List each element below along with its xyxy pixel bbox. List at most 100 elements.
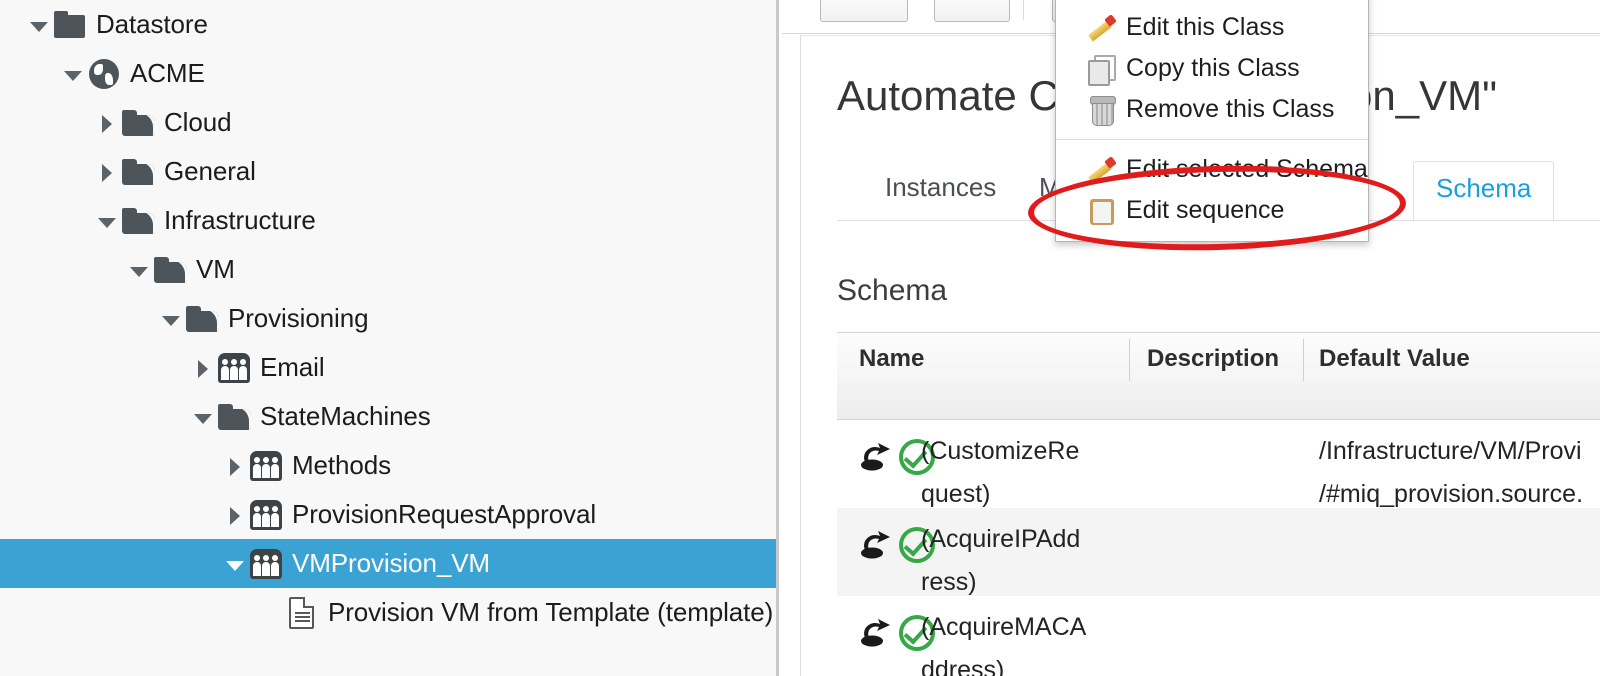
tree-item-label: VM: [196, 254, 235, 285]
tree-item-provision-vm-from-template[interactable]: Provision VM from Template (template): [0, 588, 776, 637]
column-header-default-value[interactable]: Default Value: [1319, 345, 1470, 373]
class-icon: [216, 352, 252, 384]
menu-item-copy-this-class[interactable]: Copy this Class: [1056, 48, 1368, 89]
folder-open-icon: [152, 254, 188, 286]
cell-name-line1: (AcquireMACA: [921, 613, 1086, 641]
twisty-down-icon[interactable]: [190, 404, 216, 430]
menu-item-edit-selected-schema[interactable]: Edit selected Schema: [1056, 149, 1368, 190]
pencil-icon: [1084, 12, 1120, 44]
cell-name-line2: quest): [921, 480, 990, 508]
tree-item-datastore[interactable]: Datastore: [0, 0, 776, 49]
twisty-right-icon[interactable]: [222, 453, 248, 479]
folder-open-icon: [120, 156, 156, 188]
twisty-right-icon[interactable]: [190, 355, 216, 381]
copy-icon: [1084, 53, 1120, 85]
twisty-down-icon[interactable]: [222, 551, 248, 577]
globe-icon: [86, 58, 122, 90]
tree-item-label: Provision VM from Template (template): [328, 597, 773, 628]
tree-item-label: Infrastructure: [164, 205, 316, 236]
tree-item-infrastructure[interactable]: Infrastructure: [0, 196, 776, 245]
tree-item-methods[interactable]: Methods: [0, 441, 776, 490]
column-header-name[interactable]: Name: [859, 345, 924, 373]
tab-instances[interactable]: Instances: [863, 161, 1018, 220]
twisty-right-icon[interactable]: [222, 502, 248, 528]
menu-separator: [1056, 139, 1368, 140]
class-icon: [248, 450, 284, 482]
table-header-row: Name Description Default Value: [837, 332, 1600, 420]
twisty-down-icon[interactable]: [26, 12, 52, 38]
twisty-down-icon[interactable]: [94, 208, 120, 234]
toolbar-divider: [1023, 0, 1024, 20]
section-heading-schema: Schema: [837, 274, 947, 308]
menu-item-label: Remove this Class: [1126, 95, 1334, 124]
cell-name: (AcquireIPAdd ress): [921, 518, 1121, 604]
state-machine-icon: [859, 618, 893, 648]
twisty-right-icon[interactable]: [94, 159, 120, 185]
menu-item-label: Edit selected Schema: [1126, 155, 1368, 184]
datastore-tree-panel: Datastore ACME Cloud General Infrastruct…: [0, 0, 779, 676]
cell-name: (CustomizeRe quest): [921, 430, 1121, 516]
schema-table: Name Description Default Value: [837, 332, 1600, 676]
folder-open-icon: [120, 107, 156, 139]
menu-item-label: Edit sequence: [1126, 196, 1284, 225]
toolbar-button-1[interactable]: [820, 0, 908, 22]
menu-item-edit-sequence[interactable]: Edit sequence: [1056, 190, 1368, 231]
menu-item-label: Copy this Class: [1126, 54, 1300, 83]
tree-item-general[interactable]: General: [0, 147, 776, 196]
column-divider: [1303, 339, 1304, 381]
instance-icon: [284, 597, 320, 629]
class-icon: [248, 499, 284, 531]
trash-icon: [1084, 94, 1120, 126]
tree-item-vm[interactable]: VM: [0, 245, 776, 294]
tree-item-label: StateMachines: [260, 401, 431, 432]
tree-item-label: Provisioning: [228, 303, 368, 334]
tree-item-cloud[interactable]: Cloud: [0, 98, 776, 147]
tree-item-provisioning[interactable]: Provisioning: [0, 294, 776, 343]
state-machine-icon: [859, 442, 893, 472]
cell-default-line2: /#miq_provision.source.: [1319, 480, 1583, 508]
table-row[interactable]: (AcquireMACA ddress): [837, 596, 1600, 676]
toolbar-button-2[interactable]: [934, 0, 1010, 22]
twisty-down-icon[interactable]: [60, 61, 86, 87]
menu-item-edit-this-class[interactable]: Edit this Class: [1056, 7, 1368, 48]
table-row[interactable]: (CustomizeRe quest) /Infrastructure/VM/P…: [837, 420, 1600, 508]
twisty-right-icon[interactable]: [94, 110, 120, 136]
tree-item-statemachines[interactable]: StateMachines: [0, 392, 776, 441]
folder-open-icon: [120, 205, 156, 237]
twisty-down-icon[interactable]: [126, 257, 152, 283]
tree-item-vmprovision-vm[interactable]: VMProvision_VM: [0, 539, 776, 588]
context-menu: Edit this Class Copy this Class Remove t…: [1055, 0, 1369, 242]
state-machine-icon: [859, 530, 893, 560]
tree-item-label: Cloud: [164, 107, 231, 138]
cell-name-line2: ress): [921, 568, 977, 596]
tree-item-label: Email: [260, 352, 325, 383]
tree-item-email[interactable]: Email: [0, 343, 776, 392]
menu-item-remove-this-class[interactable]: Remove this Class: [1056, 89, 1368, 130]
pencil-icon: [1084, 154, 1120, 186]
clipboard-icon: [1084, 195, 1120, 227]
tree-item-provisionrequestapproval[interactable]: ProvisionRequestApproval: [0, 490, 776, 539]
folder-open-icon: [216, 401, 252, 433]
tree-item-label: Methods: [292, 450, 391, 481]
cell-name-line1: (AcquireIPAdd: [921, 525, 1080, 553]
cell-name: (AcquireMACA ddress): [921, 606, 1121, 676]
class-icon: [248, 548, 284, 580]
menu-item-label: Edit this Class: [1126, 13, 1284, 42]
tree-item-label: VMProvision_VM: [292, 548, 490, 579]
tab-schema[interactable]: Schema: [1413, 161, 1554, 220]
cell-default-value: /Infrastructure/VM/Provi /#miq_provision…: [1319, 430, 1600, 516]
screenshot-root: Datastore ACME Cloud General Infrastruct…: [0, 0, 1600, 676]
twisty-down-icon[interactable]: [158, 306, 184, 332]
folder-open-icon: [184, 303, 220, 335]
tree-item-label: General: [164, 156, 256, 187]
tree-item-label: ACME: [130, 58, 205, 89]
tree-item-label: ProvisionRequestApproval: [292, 499, 596, 530]
tree-item-acme[interactable]: ACME: [0, 49, 776, 98]
cell-name-line2: ddress): [921, 656, 1004, 676]
column-header-description[interactable]: Description: [1147, 345, 1279, 373]
column-divider: [1129, 339, 1130, 381]
table-row[interactable]: (AcquireIPAdd ress): [837, 508, 1600, 596]
cell-name-line1: (CustomizeRe: [921, 437, 1079, 465]
tree-item-label: Datastore: [96, 9, 208, 40]
cell-default-line1: /Infrastructure/VM/Provi: [1319, 437, 1582, 465]
